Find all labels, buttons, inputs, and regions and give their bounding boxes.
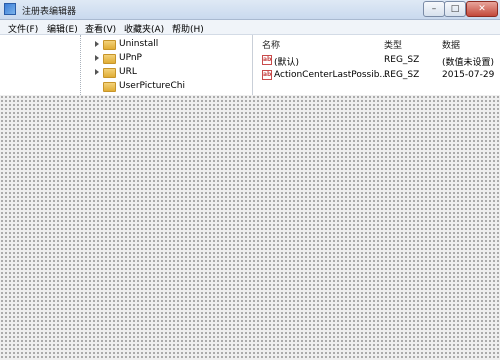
- tree-item-label: URL: [119, 67, 137, 77]
- folder-icon: [103, 82, 116, 92]
- expand-arrow-icon[interactable]: [95, 41, 99, 47]
- values-list-pane[interactable]: 名称 类型 数据 ab (默认) REG_SZ (数值未设置) ab Actio…: [256, 35, 500, 95]
- column-header-data[interactable]: 数据: [442, 38, 460, 51]
- row-name[interactable]: (默认): [274, 55, 299, 68]
- close-button[interactable]: ✕: [466, 1, 498, 17]
- folder-icon: [103, 68, 116, 78]
- row-data: 2015-07-29: [442, 70, 495, 80]
- tree-guide-line: [80, 35, 82, 95]
- string-value-icon: ab: [262, 55, 272, 65]
- menu-edit[interactable]: 编辑(E): [47, 22, 78, 35]
- tree-item-label: Uninstall: [119, 39, 159, 49]
- maximize-button[interactable]: □: [444, 1, 466, 17]
- expand-arrow-icon[interactable]: [95, 69, 99, 75]
- row-name[interactable]: ActionCenterLastPossib...: [274, 70, 388, 80]
- menu-favorites[interactable]: 收藏夹(A): [124, 22, 164, 35]
- tree-item-label: UPnP: [119, 53, 142, 63]
- expand-arrow-icon[interactable]: [95, 55, 99, 61]
- obscured-region: [0, 95, 500, 360]
- row-data: (数值未设置): [442, 58, 495, 68]
- menu-file[interactable]: 文件(F): [8, 22, 38, 35]
- row-type: REG_SZ: [384, 55, 420, 65]
- folder-icon: [103, 54, 116, 64]
- column-header-type[interactable]: 类型: [384, 38, 402, 51]
- tree-item-label: UserPictureChi: [119, 81, 185, 91]
- title-bar: 注册表编辑器 – □ ✕: [0, 0, 500, 20]
- minimize-button[interactable]: –: [423, 1, 445, 17]
- menu-help[interactable]: 帮助(H): [172, 22, 204, 35]
- menu-bar: 文件(F) 编辑(E) 查看(V) 收藏夹(A) 帮助(H): [0, 20, 500, 35]
- window-title: 注册表编辑器: [22, 7, 77, 17]
- string-value-icon: ab: [262, 70, 272, 80]
- regedit-icon: [4, 3, 16, 15]
- menu-view[interactable]: 查看(V): [85, 22, 116, 35]
- key-tree-pane[interactable]: Uninstall UPnP URL UserPictureChi: [0, 35, 253, 95]
- row-type: REG_SZ: [384, 70, 420, 80]
- folder-icon: [103, 40, 116, 50]
- column-header-name[interactable]: 名称: [262, 38, 280, 51]
